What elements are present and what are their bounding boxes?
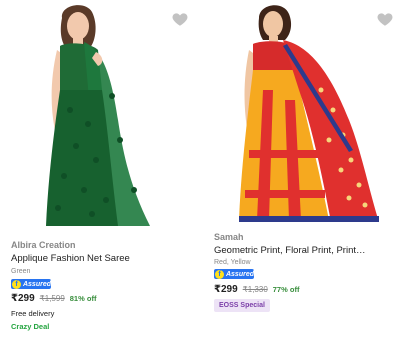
product-title[interactable]: Applique Fashion Net Saree: [11, 253, 130, 264]
original-price: ₹1,330: [242, 285, 268, 294]
product-color: Green: [11, 268, 31, 275]
product-brand: Samah: [214, 232, 244, 242]
assured-label: Assured: [225, 270, 254, 278]
discount: 81% off: [69, 294, 97, 303]
product-brand: Albira Creation: [11, 240, 76, 250]
product-image[interactable]: [203, 0, 400, 225]
assured-badge: f Assured: [214, 269, 254, 279]
price-row: ₹299 ₹1,330 77% off: [214, 284, 299, 295]
discount: 77% off: [272, 285, 300, 294]
heart-icon[interactable]: [171, 10, 189, 28]
product-color: Red, Yellow: [214, 259, 251, 266]
price-row: ₹299 ₹1,599 81% off: [11, 293, 96, 304]
heart-icon[interactable]: [376, 10, 394, 28]
assured-label: Assured: [22, 280, 51, 288]
deal-tag: Crazy Deal: [11, 322, 50, 331]
product-card[interactable]: Albira Creation Applique Fashion Net Sar…: [0, 0, 200, 339]
price: ₹299: [11, 293, 35, 304]
product-title[interactable]: Geometric Print, Floral Print, Print…: [214, 245, 366, 256]
delivery-info: Free delivery: [11, 309, 55, 318]
product-image[interactable]: [0, 0, 200, 234]
eoss-special-tag: EOSS Special: [214, 299, 270, 312]
flipkart-assured-icon: f: [12, 279, 21, 289]
assured-badge: f Assured: [11, 279, 51, 289]
flipkart-assured-icon: f: [215, 269, 224, 279]
price: ₹299: [214, 284, 238, 295]
product-card[interactable]: Samah Geometric Print, Floral Print, Pri…: [203, 0, 400, 339]
original-price: ₹1,599: [39, 294, 65, 303]
